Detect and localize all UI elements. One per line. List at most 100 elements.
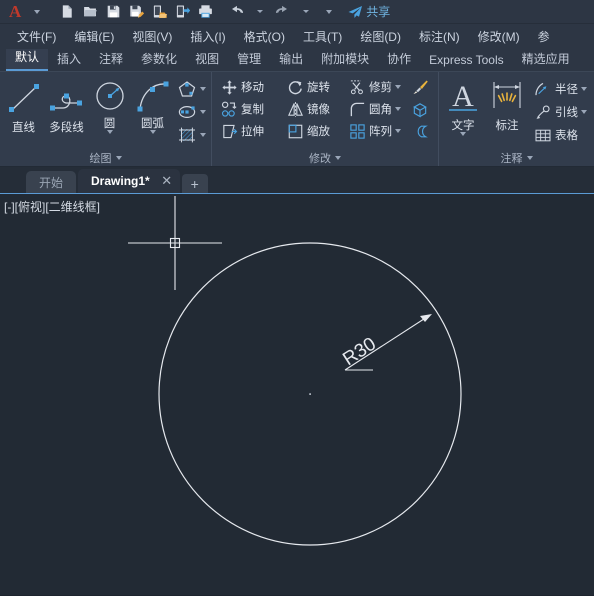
panel-annotate-title[interactable]: 注释 [439, 149, 594, 166]
annotate-dimension-label: 标注 [495, 120, 519, 132]
panel-draw-title-label: 绘图 [89, 152, 112, 165]
draw-arc-button[interactable]: 圆弧 [131, 76, 174, 134]
undo-dropdown-caret[interactable] [249, 2, 270, 22]
tab-collaborate[interactable]: 协作 [378, 49, 420, 71]
annotate-dimension-button[interactable]: 标注 [485, 76, 529, 133]
tab-annotate[interactable]: 注释 [90, 49, 132, 71]
menu-file[interactable]: 文件(F) [8, 25, 65, 48]
modify-trim-button[interactable]: 修剪 [346, 76, 408, 98]
draw-circle-button[interactable]: 圆 [88, 76, 131, 134]
panel-modify-title[interactable]: 修改 [212, 149, 438, 166]
tab-view[interactable]: 视图 [186, 49, 228, 71]
draw-small-buttons [174, 76, 209, 146]
modify-array-dropdown-caret[interactable] [395, 129, 401, 133]
draw-hatch-button[interactable] [174, 124, 209, 146]
menu-insert[interactable]: 插入(I) [181, 25, 234, 48]
annotate-radius-button[interactable]: 半径 [531, 78, 590, 100]
print-icon[interactable] [195, 2, 216, 22]
tab-parametric[interactable]: 参数化 [132, 49, 186, 71]
drawing-canvas[interactable]: [-][俯视][二维线框] R30 [0, 194, 594, 595]
modify-trim-dropdown-caret[interactable] [395, 85, 401, 89]
modify-copy-button[interactable]: 复制 [218, 98, 284, 120]
annotate-text-button[interactable]: A 文字 [441, 76, 485, 136]
ribbon-tab-bar: 默认 插入 注释 参数化 视图 管理 输出 附加模块 协作 Express To… [0, 49, 594, 72]
redo-dropdown-caret[interactable] [295, 2, 316, 22]
draw-line-button[interactable]: 直线 [2, 76, 45, 135]
save-as-icon[interactable] [126, 2, 147, 22]
close-icon[interactable]: ✕ [160, 173, 174, 189]
paper-plane-icon [348, 5, 363, 18]
panel-draw-title[interactable]: 绘图 [0, 149, 211, 166]
arc-icon [137, 81, 168, 112]
export-icon[interactable] [149, 2, 170, 22]
modify-mirror-button[interactable]: 镜像 [284, 98, 346, 120]
annotate-radius-dropdown-caret[interactable] [581, 87, 587, 91]
annotate-leader-button[interactable]: 引线 [531, 101, 590, 123]
panel-modify-title-label: 修改 [309, 152, 331, 165]
app-menu-caret[interactable] [26, 2, 47, 22]
draw-ellipse-button[interactable] [174, 101, 209, 123]
undo-arrow-icon[interactable] [226, 2, 247, 22]
menu-modify[interactable]: 修改(M) [469, 25, 529, 48]
open-cloud-icon[interactable] [172, 2, 193, 22]
menu-tools[interactable]: 工具(T) [294, 25, 351, 48]
tab-featured-apps[interactable]: 精选应用 [513, 49, 579, 71]
menu-parametric-clipped[interactable]: 参 [529, 25, 559, 48]
tab-output[interactable]: 输出 [270, 49, 312, 71]
tab-manage[interactable]: 管理 [228, 49, 270, 71]
menu-draw[interactable]: 绘图(D) [351, 25, 410, 48]
modify-row-2: 复制 镜像 圆角 [218, 98, 432, 120]
app-logo[interactable]: A [4, 3, 24, 20]
customize-qat-caret[interactable] [318, 2, 339, 22]
modify-rotate-button[interactable]: 旋转 [284, 76, 346, 98]
panel-annotate-body: A 文字 标注 半径 引线 表格 [439, 72, 594, 149]
draw-polygon-dropdown-caret[interactable] [200, 87, 206, 91]
doc-tab-drawing1[interactable]: Drawing1* ✕ [78, 169, 180, 193]
annotate-text-label: 文字 [451, 120, 475, 132]
doc-tab-start[interactable]: 开始 [26, 171, 77, 193]
modify-explode-button[interactable] [408, 98, 432, 120]
match-properties-icon [413, 80, 428, 94]
draw-polyline-button[interactable]: 多段线 [45, 76, 88, 135]
open-folder-icon[interactable] [80, 2, 101, 22]
draw-ellipse-dropdown-caret[interactable] [200, 110, 206, 114]
redo-arrow-icon[interactable] [272, 2, 293, 22]
draw-polyline-label: 多段线 [49, 122, 84, 134]
doc-tab-drawing1-label: Drawing1* [91, 174, 150, 188]
annotate-radius-label: 半径 [555, 84, 578, 96]
radius-dimension[interactable]: R30 [339, 314, 432, 371]
draw-arc-dropdown-caret[interactable] [149, 130, 156, 134]
annotate-leader-dropdown-caret[interactable] [581, 110, 587, 114]
modify-offset-button[interactable] [408, 120, 432, 142]
ellipse-icon [178, 105, 196, 119]
tab-express-tools[interactable]: Express Tools [420, 50, 512, 71]
modify-match-properties-button[interactable] [408, 76, 432, 98]
modify-array-button[interactable]: 阵列 [346, 120, 408, 142]
annotate-text-dropdown-caret[interactable] [460, 132, 466, 136]
draw-hatch-dropdown-caret[interactable] [200, 133, 206, 137]
tab-home[interactable]: 默认 [6, 49, 49, 71]
menu-format[interactable]: 格式(O) [235, 25, 294, 48]
menu-dimension[interactable]: 标注(N) [410, 25, 469, 48]
tab-add-ins[interactable]: 附加模块 [312, 49, 378, 71]
modify-stretch-button[interactable]: 拉伸 [218, 120, 284, 142]
menu-edit[interactable]: 编辑(E) [65, 25, 123, 48]
draw-circle-dropdown-caret[interactable] [106, 130, 113, 134]
tab-insert[interactable]: 插入 [48, 49, 90, 71]
modify-scale-button[interactable]: 缩放 [284, 120, 346, 142]
rotate-icon [288, 80, 302, 94]
save-disk-icon[interactable] [103, 2, 124, 22]
stretch-icon [223, 124, 238, 138]
new-tab-button[interactable]: + [181, 174, 208, 193]
text-a-icon: A [449, 80, 477, 113]
modify-fillet-dropdown-caret[interactable] [395, 107, 401, 111]
modify-move-button[interactable]: 移动 [218, 76, 284, 98]
panel-draw-body: 直线 多段线 圆 圆弧 [0, 72, 211, 149]
new-file-icon[interactable] [57, 2, 78, 22]
annotate-table-button[interactable]: 表格 [531, 124, 590, 146]
draw-polygon-button[interactable] [174, 78, 209, 100]
modify-fillet-button[interactable]: 圆角 [346, 98, 408, 120]
menu-view[interactable]: 视图(V) [123, 25, 181, 48]
fillet-icon [350, 102, 365, 116]
share-button[interactable]: 共享 [347, 3, 390, 20]
